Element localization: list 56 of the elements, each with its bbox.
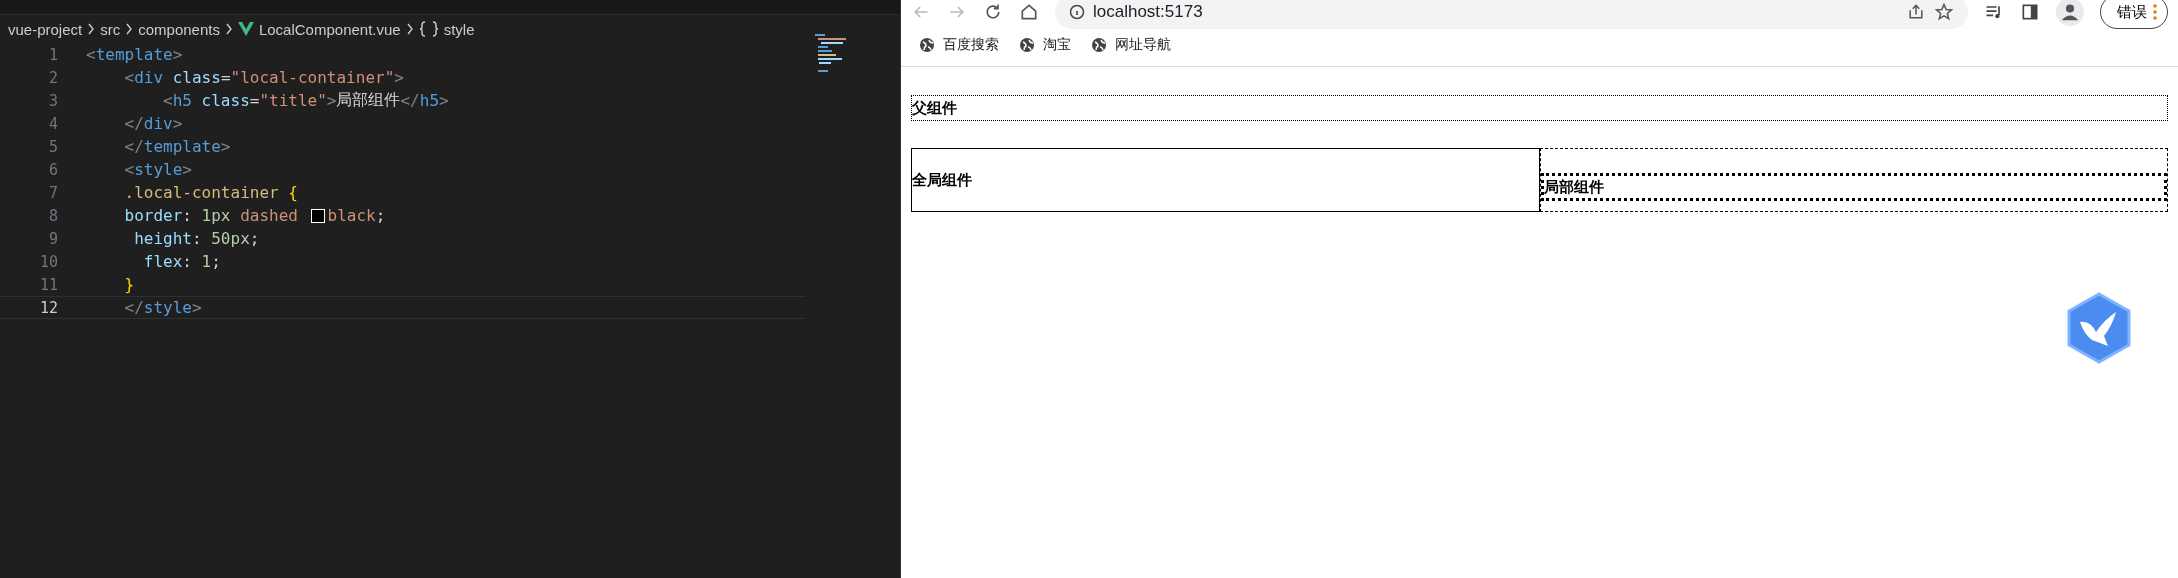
star-icon[interactable] bbox=[1934, 2, 1954, 22]
code-text: border: 1px dashed black; bbox=[123, 206, 386, 225]
info-icon bbox=[1069, 4, 1085, 20]
code-text: flex: 1; bbox=[142, 252, 221, 271]
line-number: 2 bbox=[47, 68, 59, 87]
parent-component-title: 父组件 bbox=[911, 95, 2168, 121]
line-number: 6 bbox=[47, 160, 59, 179]
line-number: 12 bbox=[38, 298, 59, 317]
bookmark-link[interactable]: 百度搜索 bbox=[919, 36, 999, 54]
breadcrumb-item[interactable]: LocalComponent.vue bbox=[258, 20, 401, 38]
error-button[interactable]: 错误 bbox=[2100, 0, 2168, 29]
line-number: 1 bbox=[47, 45, 59, 64]
code-text: } bbox=[123, 275, 135, 294]
bookmark-link[interactable]: 网址导航 bbox=[1091, 36, 1171, 54]
global-component-title: 全局组件 bbox=[912, 170, 972, 190]
line-number: 11 bbox=[38, 275, 59, 294]
line-number: 7 bbox=[47, 183, 59, 202]
braces-icon bbox=[418, 21, 439, 37]
code-text: <h5 class="title">局部组件</h5> bbox=[162, 90, 449, 111]
code-text: </div> bbox=[123, 114, 183, 133]
breadcrumb-item[interactable]: components bbox=[138, 20, 220, 38]
code-text: <template> bbox=[86, 45, 183, 64]
reload-icon[interactable] bbox=[983, 2, 1003, 22]
local-component-title: 局部组件 bbox=[1540, 173, 2167, 201]
profile-icon[interactable] bbox=[2056, 0, 2084, 26]
chevron-icon bbox=[405, 23, 414, 35]
chevron-icon bbox=[224, 23, 233, 35]
code-text: height: 50px; bbox=[133, 229, 260, 248]
bird-app-icon[interactable] bbox=[2066, 292, 2132, 364]
breadcrumb-item[interactable]: vue-project bbox=[8, 20, 83, 38]
globe-icon bbox=[1091, 37, 1107, 53]
code-text: </style> bbox=[123, 298, 202, 317]
vue-icon bbox=[237, 22, 254, 36]
line-number: 9 bbox=[47, 229, 59, 248]
code-text: <div class="local-container"> bbox=[123, 68, 404, 87]
url-text: localhost:5173 bbox=[1093, 2, 1203, 22]
bookmark-link[interactable]: 淘宝 bbox=[1019, 36, 1071, 54]
share-icon[interactable] bbox=[1906, 2, 1926, 22]
globe-icon bbox=[919, 37, 935, 53]
code-text: </template> bbox=[123, 137, 231, 156]
line-number: 3 bbox=[47, 91, 59, 110]
home-icon[interactable] bbox=[1019, 2, 1039, 22]
code-text: .local-container { bbox=[123, 183, 298, 202]
line-number: 8 bbox=[47, 206, 59, 225]
breadcrumb-item[interactable]: src bbox=[100, 20, 121, 38]
code-text: <style> bbox=[123, 160, 192, 179]
kebab-menu-icon bbox=[2153, 4, 2157, 20]
breadcrumb-item[interactable]: style bbox=[443, 20, 475, 38]
line-number: 10 bbox=[38, 252, 59, 271]
sidebar-icon[interactable] bbox=[2020, 2, 2040, 22]
address-bar[interactable]: localhost:5173 bbox=[1055, 0, 1968, 29]
globe-icon bbox=[1019, 37, 1035, 53]
chevron-icon bbox=[87, 23, 96, 35]
chevron-icon bbox=[125, 23, 134, 35]
line-number: 5 bbox=[47, 137, 59, 156]
line-number: 4 bbox=[47, 114, 59, 133]
